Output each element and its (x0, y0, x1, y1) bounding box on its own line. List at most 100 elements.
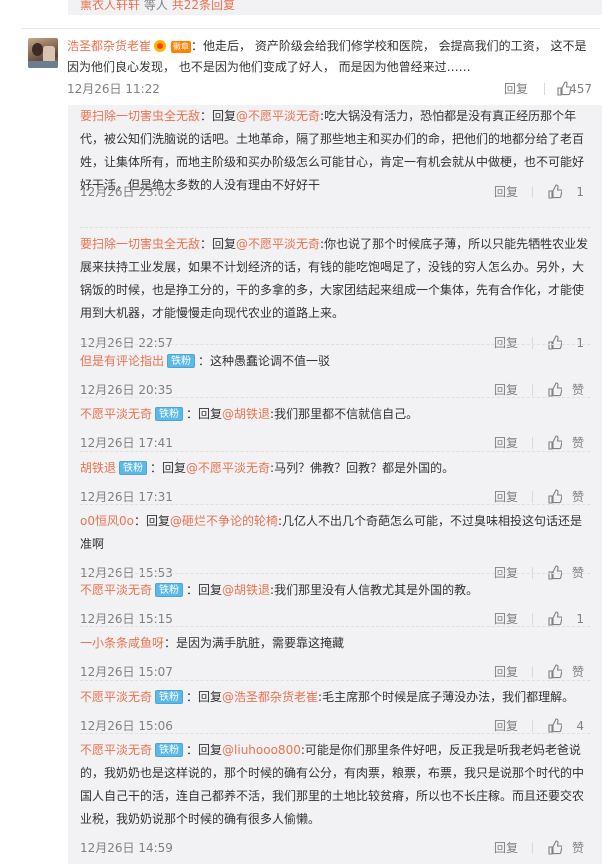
thumbs-up-icon[interactable] (548, 664, 562, 679)
meta-separator (544, 83, 545, 95)
reply-divider (80, 451, 590, 452)
reply-content: :我们那里没有人信教尤其是外国的教。 (270, 583, 479, 597)
reply-prefix: ：回复 (200, 109, 237, 123)
summary-total-replies-link[interactable]: 共22条回复 (172, 0, 235, 12)
reply-divider (80, 626, 590, 627)
reply-text-line: 不愿平淡无奇 铁粉 ：回复@浩圣都杂货老崔:毛主席那个时候是底子薄没办法，我们都理解… (80, 686, 590, 709)
reply-author-link[interactable]: 胡铁退 (80, 461, 116, 475)
meta-separator (532, 613, 533, 625)
summary-user-link[interactable]: 熏衣人轩轩 (80, 0, 140, 12)
reply-author-link[interactable]: o0恒风0o (80, 514, 134, 528)
list-item: 胡铁退 铁粉 ：回复@不愿平淡无奇:马列？佛教？回教？都是外国的。 12月26日 17… (80, 457, 590, 504)
reply-meta: 12月26日 14:59 回复 赞 (80, 838, 590, 858)
reply-content: ：是因为满手肮脏，需要靠这掩藏 (164, 636, 345, 650)
thumbs-up-icon[interactable] (548, 718, 562, 733)
mention-link[interactable]: @胡铁退 (222, 407, 270, 421)
comment-divider (22, 28, 600, 29)
reply-content: :毛主席那个时候是底子薄没办法，我们都理解。 (318, 690, 575, 704)
mention-link[interactable]: @砸烂不争论的轮椅 (170, 514, 278, 528)
reply-text-line: 不愿平淡无奇 铁粉 ：回复@胡铁退:我们那里没有人信教尤其是外国的教。 (80, 579, 590, 602)
reply-text-line: 要扫除一切害虫全无敌：回复@不愿平淡无奇:你也说了那个时候底子薄，所以只能先牺牲… (80, 233, 590, 325)
meta-separator (532, 186, 533, 198)
reply-divider (80, 397, 590, 398)
like-count: 457 (569, 82, 592, 96)
main-comment-body: 浩圣都杂货老崔 徽章 ：他走后， 资产阶级会给我们修学校和医院， 会提高我们的工资，… (67, 36, 593, 78)
member-badge: 徽章 (171, 41, 192, 53)
list-item: 不愿平淡无奇 铁粉 ：回复@浩圣都杂货老崔:毛主席那个时候是底子薄没办法，我们都理解… (80, 686, 590, 733)
fan-badge-icon: 铁粉 (167, 354, 196, 368)
reply-meta: 12月26日 23:02 回复 1 (80, 182, 590, 202)
reply-text-line: 不愿平淡无奇 铁粉 ：回复@胡铁退:我们那里都不信就信自己。 (80, 403, 590, 426)
reply-prefix: ：回复 (133, 514, 170, 528)
reply-author-link[interactable]: 不愿平淡无奇 (80, 407, 152, 421)
reply-button[interactable]: 回复 (504, 79, 528, 99)
reply-time: 12月26日 14:59 (80, 841, 173, 855)
comment-author-link[interactable]: 浩圣都杂货老崔 (67, 39, 151, 53)
reply-author-link[interactable]: 要扫除一切害虫全无敌 (80, 237, 200, 251)
mention-link[interactable]: @不愿平淡无奇 (236, 109, 320, 123)
reply-author-link[interactable]: 不愿平淡无奇 (80, 743, 152, 757)
meta-separator (532, 720, 533, 732)
reply-prefix: ：回复 (150, 461, 187, 475)
reply-divider (80, 227, 590, 228)
reply-prefix: ：回复 (186, 690, 223, 704)
avatar[interactable] (28, 38, 58, 68)
list-item: 不愿平淡无奇 铁粉 ：回复@liuhooo800:可能是你们那里条件好吧，反正我是听… (80, 739, 590, 855)
reply-time: 12月26日 23:02 (80, 185, 173, 199)
reply-author-link[interactable]: 但是有评论指出 (80, 354, 164, 368)
reply-author-link[interactable]: 一小条条咸鱼呀 (80, 636, 164, 650)
reply-divider (80, 344, 590, 345)
vip-crown-icon (153, 40, 169, 52)
fan-badge-icon: 铁粉 (155, 583, 184, 597)
reply-divider (80, 504, 590, 505)
like-count: 1 (576, 185, 584, 199)
reply-thread: 要扫除一切害虫全无敌：回复@不愿平淡无奇:吃大锅没有活力，恐怕都是没有真正经历那… (68, 105, 602, 864)
like-count: 赞 (571, 841, 584, 855)
list-item: 一小条条咸鱼呀：是因为满手肮脏，需要靠这掩藏 12月26日 15:07 回复 赞 (80, 632, 590, 679)
reply-button[interactable]: 回复 (494, 662, 518, 682)
reply-divider (80, 573, 590, 574)
reply-button[interactable]: 回复 (494, 838, 518, 858)
mention-link[interactable]: @不愿平淡无奇 (236, 237, 320, 251)
list-item: 要扫除一切害虫全无敌：回复@不愿平淡无奇:你也说了那个时候底子薄，所以只能先牺牲… (80, 233, 590, 350)
reply-prefix: ：回复 (186, 583, 223, 597)
thumbs-up-icon[interactable] (548, 489, 562, 504)
thumbs-up-icon[interactable] (548, 382, 562, 397)
mention-link[interactable]: @不愿平淡无奇 (186, 461, 270, 475)
mention-link[interactable]: @liuhooo800 (222, 743, 301, 757)
reply-button[interactable]: 回复 (494, 182, 518, 202)
main-comment-meta: 12月26日 11:22 回复 457 (67, 79, 598, 99)
fan-badge-icon: 铁粉 (155, 407, 184, 421)
mention-link[interactable]: @胡铁退 (222, 583, 270, 597)
meta-separator (532, 384, 533, 396)
reply-time: 12月26日 15:07 (80, 665, 173, 679)
meta-separator (532, 666, 533, 678)
summary-suffix: 等人 (143, 0, 168, 12)
thumbs-up-icon[interactable] (548, 435, 562, 450)
reply-time: 12月26日 17:41 (80, 436, 173, 450)
mention-link[interactable]: @浩圣都杂货老崔 (222, 690, 318, 704)
reply-text-line: 不愿平淡无奇 铁粉 ：回复@liuhooo800:可能是你们那里条件好吧，反正我是听… (80, 739, 590, 831)
reply-meta: 12月26日 17:41 回复 赞 (80, 433, 590, 453)
reply-content: :马列？佛教？回教？都是外国的。 (270, 461, 455, 475)
like-count: 赞 (571, 665, 584, 679)
thumbs-up-icon[interactable] (548, 840, 562, 855)
reply-author-link[interactable]: 不愿平淡无奇 (80, 583, 152, 597)
reply-content: :我们那里都不信就信自己。 (270, 407, 419, 421)
reply-text-line: o0恒风0o：回复@砸烂不争论的轮椅:几亿人不出几个奇葩怎么可能，不过臭味相投这… (80, 510, 590, 556)
reply-author-link[interactable]: 不愿平淡无奇 (80, 690, 152, 704)
meta-separator (532, 842, 533, 854)
reply-text-line: 一小条条咸鱼呀：是因为满手肮脏，需要靠这掩藏 (80, 632, 590, 655)
thumbs-up-icon[interactable] (548, 184, 562, 199)
reply-author-link[interactable]: 要扫除一切害虫全无敌 (80, 109, 200, 123)
reply-divider (80, 680, 590, 681)
thumbs-up-icon[interactable] (548, 335, 562, 350)
meta-separator (532, 337, 533, 349)
reply-button[interactable]: 回复 (494, 433, 518, 453)
thumbs-up-icon[interactable] (548, 611, 562, 626)
reply-prefix: ：回复 (186, 407, 223, 421)
previous-thread-summary: 熏衣人轩轩 等人 共22条回复 (68, 0, 602, 15)
fan-badge-icon: 铁粉 (155, 690, 184, 704)
list-item: 不愿平淡无奇 铁粉 ：回复@胡铁退:我们那里都不信就信自己。 12月26日 17:41… (80, 403, 590, 450)
reply-prefix: ：回复 (186, 743, 223, 757)
